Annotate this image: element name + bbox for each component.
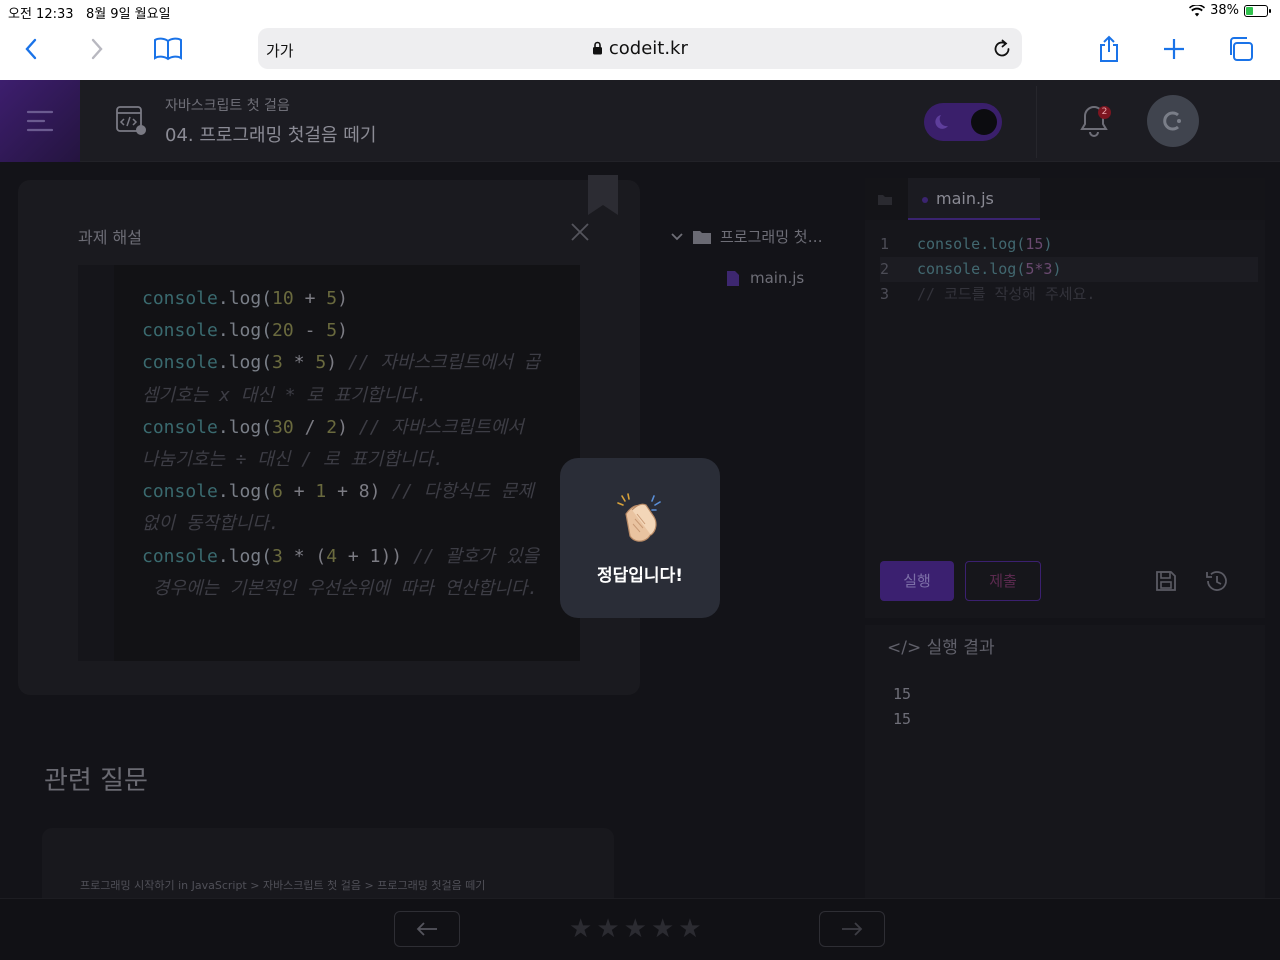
run-button[interactable]: 실행 [880,561,954,601]
back-button[interactable] [14,34,48,64]
correct-answer-toast: 정답입니다! [560,458,720,618]
lesson-title: 04. 프로그래밍 첫걸음 떼기 [165,125,377,146]
result-title: </> 실행 결과 [887,638,995,658]
panel-title: 과제 해설 [78,228,142,247]
output-line: 15 [893,710,912,728]
moon-icon [935,115,948,129]
bookmark-icon[interactable] [588,175,618,215]
battery-level [1246,6,1254,15]
related-questions-title: 관련 질문 [44,766,148,796]
arrow-right-icon [842,922,863,936]
new-tab-button[interactable] [1157,34,1191,64]
menu-button[interactable] [0,80,80,162]
battery-icon [1244,4,1271,17]
result-output: 15 15 [893,682,911,732]
header-divider [1036,86,1037,158]
editor-line[interactable]: 3// 코드를 작성해 주세요. [880,282,1258,307]
star-icon[interactable]: ★ [624,914,647,944]
submit-button[interactable]: 제출 [965,561,1041,601]
history-icon[interactable] [1204,568,1230,594]
dark-mode-toggle[interactable] [924,103,1002,141]
breadcrumb: 프로그래밍 시작하기 in JavaScript > 자바스크립트 첫 걸음 >… [80,879,486,892]
folder-icon [693,230,711,244]
status-bar: 오전 12:33 8월 9일 월요일 38% [0,0,1280,22]
status-time: 오전 12:33 8월 9일 월요일 [8,7,171,22]
file-icon [727,270,739,286]
code-line: 경우에는 기본적인 우선순위에 따라 연산합니다. [142,577,539,599]
code-line: console.log(6 + 1 + 8) // 다항식도 문제 [142,481,534,503]
reload-icon [994,39,1010,57]
toggle-knob [971,109,997,135]
tabs-icon [1230,37,1253,61]
star-icon[interactable]: ★ [678,914,701,944]
clapping-hands-icon [617,493,661,542]
plus-icon [1164,39,1184,59]
code-line: 나눔기호는 ÷ 대신 / 로 표기합니다. [142,449,444,471]
editor-line[interactable]: 2 console.log(5*3) [880,257,1258,282]
status-right: 38% [1189,3,1271,18]
battery-percent: 38% [1210,3,1239,18]
code-line: 없이 동작합니다. [142,513,280,535]
file-dot-icon [922,196,928,203]
code-line: 셈기호는 x 대신 * 로 표기합니다. [142,384,428,406]
prev-button[interactable] [394,911,460,947]
book-icon [154,37,182,61]
url-host: codeit.kr [258,38,1022,59]
folder-icon[interactable] [877,194,893,206]
code-line: console.log(10 + 5) [142,288,348,309]
chevron-right-icon [91,38,103,60]
star-icon[interactable]: ★ [569,914,592,944]
share-icon [1100,35,1118,62]
close-icon[interactable] [570,222,590,242]
tree-folder[interactable]: 프로그래밍 첫… [670,226,823,247]
star-icon[interactable]: ★ [651,914,674,944]
course-subtitle: 자바스크립트 첫 걸음 [165,98,290,114]
arrow-left-icon [416,922,437,936]
user-logo-icon [1163,111,1181,131]
address-bar[interactable]: 가가 codeit.kr [258,28,1022,69]
tabs-overview-button[interactable] [1224,34,1258,64]
code-line: console.log(30 / 2) // 자바스크립트에서 [142,416,524,438]
lock-icon [593,41,603,55]
menu-icon [26,110,54,132]
chevron-down-icon [671,232,683,240]
code-line: console.log(3 * (4 + 1)) // 괄호가 있을 [142,545,540,567]
solution-code: console.log(10 + 5) console.log(20 - 5) co… [78,265,580,661]
editor-line[interactable]: 1 console.log(15) [880,232,1258,257]
editor-lines[interactable]: 1 console.log(15) 2 console.log(5*3) 3// 코드를… [880,232,1258,307]
rating-stars[interactable]: ★ ★ ★ ★ ★ [569,914,702,944]
code-lesson-icon [115,104,149,142]
reload-button[interactable] [992,37,1012,63]
browser-toolbar: 가가 codeit.kr [0,22,1280,80]
wifi-icon [1189,4,1206,16]
tree-file[interactable]: main.js [726,269,804,287]
notification-badge: 2 [1098,106,1111,119]
result-panel [865,625,1265,900]
folder-name: 프로그래밍 첫… [720,228,823,246]
tab-main-js[interactable]: main.js [908,178,1040,220]
bookmarks-button[interactable] [151,34,185,64]
code-line: console.log(3 * 5) // 자바스크립트에서 곱 [142,352,541,374]
output-line: 15 [893,685,912,703]
code-line: console.log(20 - 5) [142,320,348,342]
save-icon[interactable] [1154,569,1178,593]
star-icon[interactable]: ★ [596,914,619,944]
chevron-left-icon [25,38,37,60]
forward-button[interactable] [80,34,114,64]
file-name: main.js [750,269,805,287]
share-button[interactable] [1092,34,1126,64]
avatar[interactable] [1147,95,1199,147]
next-button[interactable] [819,911,885,947]
toast-message: 정답입니다! [597,566,683,586]
